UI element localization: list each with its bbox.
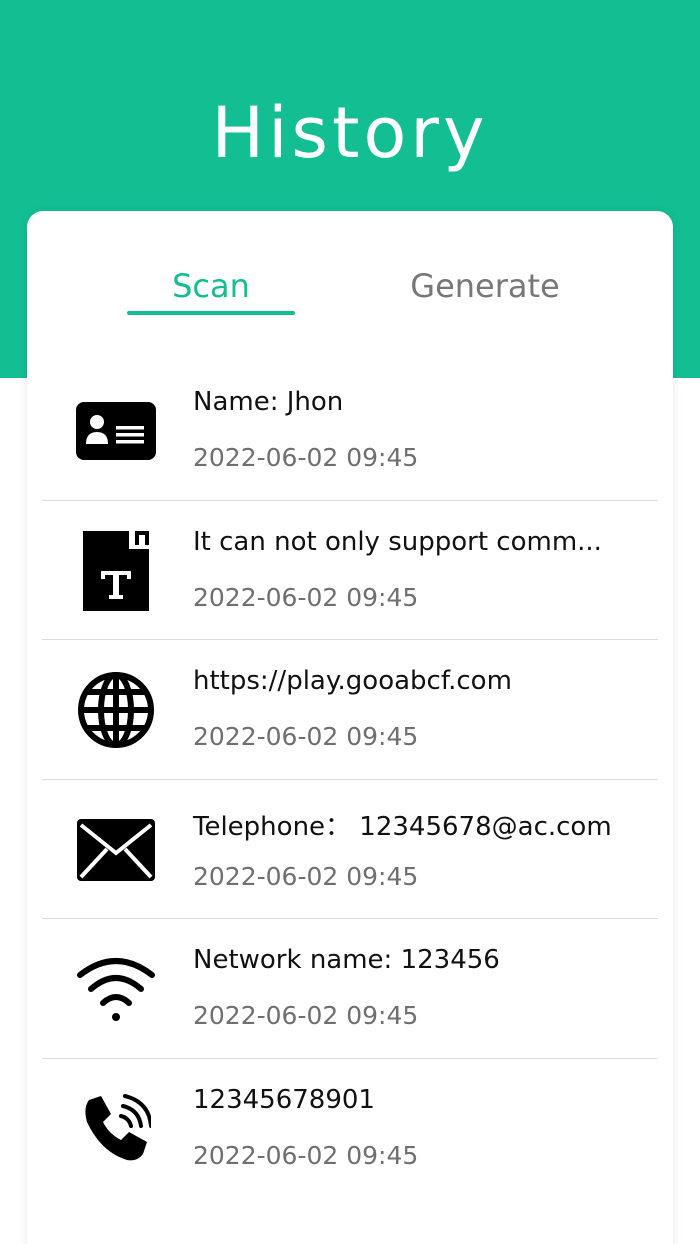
history-item-email[interactable]: Telephone： 12345678@ac.com 2022-06-02 09… (42, 780, 658, 919)
globe-icon (74, 668, 158, 752)
wifi-icon (74, 947, 158, 1031)
item-timestamp: 2022-06-02 09:45 (193, 861, 419, 891)
phone-call-icon (74, 1087, 158, 1171)
text-document-icon (74, 529, 158, 613)
page-title: History (211, 92, 489, 174)
envelope-icon (74, 808, 158, 892)
item-title: It can not only support comm... (193, 526, 602, 557)
item-title: Network name: 123456 (193, 945, 500, 975)
item-timestamp: 2022-06-02 09:45 (193, 1140, 419, 1170)
tab-scan[interactable]: Scan (127, 267, 295, 305)
item-timestamp: 2022-06-02 09:45 (193, 1001, 419, 1030)
history-item-text[interactable]: It can not only support comm... 2022-06-… (42, 501, 658, 640)
active-tab-indicator (127, 311, 295, 315)
history-list: Name: Jhon 2022-06-02 09:45 It can not o… (42, 361, 658, 1198)
item-title: 12345678901 (193, 1084, 375, 1115)
item-title: https://play.gooabcf.com (193, 666, 512, 696)
history-item-phone[interactable]: 12345678901 2022-06-02 09:45 (42, 1059, 658, 1199)
tab-generate[interactable]: Generate (387, 267, 583, 305)
history-item-contact[interactable]: Name: Jhon 2022-06-02 09:45 (42, 361, 658, 501)
item-timestamp: 2022-06-02 09:45 (193, 722, 419, 751)
contact-card-icon (74, 389, 158, 473)
item-title: Name: Jhon (193, 387, 344, 417)
history-item-wifi[interactable]: Network name: 123456 2022-06-02 09:45 (42, 919, 658, 1059)
history-item-url[interactable]: https://play.gooabcf.com 2022-06-02 09:4… (42, 640, 658, 780)
item-timestamp: 2022-06-02 09:45 (193, 443, 419, 472)
history-card: Scan Generate Name: Jhon 2022-06-02 09:4… (27, 211, 673, 1244)
tab-bar: Scan Generate (27, 211, 673, 331)
item-title: Telephone： 12345678@ac.com (193, 811, 612, 842)
item-timestamp: 2022-06-02 09:45 (193, 582, 419, 612)
